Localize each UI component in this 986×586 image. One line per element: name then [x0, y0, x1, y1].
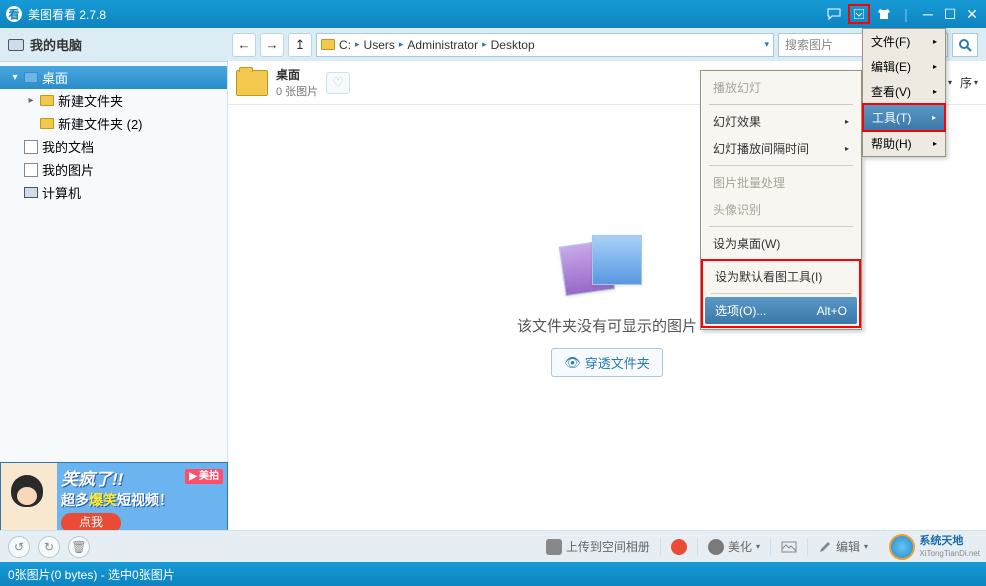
bottom-toolbar: ↺ ↻ 🗑 上传到空间相册 美化▾ 编辑▾ 系统天地XiTongTianDi.n…	[0, 530, 986, 562]
path-dropdown-icon[interactable]: ▾	[764, 39, 769, 50]
submenu-play-slideshow[interactable]: 播放幻灯	[703, 74, 859, 101]
collapse-icon[interactable]: ▾	[10, 72, 20, 83]
status-text: 0张图片(0 bytes) - 选中0张图片	[8, 566, 175, 583]
empty-state-text: 该文件夹没有可显示的图片	[517, 315, 697, 336]
path-drive[interactable]: C:	[339, 38, 351, 52]
folder-icon	[40, 95, 54, 106]
edit-button[interactable]: 编辑▾	[818, 538, 868, 555]
rotate-ccw-button[interactable]: ↺	[8, 536, 30, 558]
submenu-wallpaper[interactable]: 设为桌面(W)	[703, 230, 859, 257]
menu-tools[interactable]: 工具(T)▸	[862, 103, 946, 132]
submenu-slide-interval[interactable]: 幻灯播放间隔时间▸	[703, 135, 859, 162]
upload-icon	[546, 539, 562, 555]
eye-icon: 👁	[564, 355, 581, 371]
expand-icon[interactable]: ▸	[26, 95, 36, 106]
shortcut-label: Alt+O	[817, 304, 847, 318]
submenu-default-viewer[interactable]: 设为默认看图工具(I)	[705, 263, 857, 290]
menu-help[interactable]: 帮助(H)▸	[863, 131, 945, 156]
ad-line2b: 爆笑	[89, 492, 117, 508]
submenu-avatar[interactable]: 头像识别	[703, 196, 859, 223]
favorite-button[interactable]: ♡	[326, 72, 350, 94]
maximize-button[interactable]: ☐	[942, 6, 958, 22]
window-title: 美图看看 2.7.8	[28, 6, 826, 23]
show-all-label: 穿透文件夹	[585, 353, 650, 372]
path-seg1[interactable]: Users	[364, 38, 395, 52]
titlebar-chat-icon[interactable]	[826, 6, 842, 22]
path-seg3[interactable]: Desktop	[491, 38, 535, 52]
path-seg2[interactable]: Administrator	[407, 38, 478, 52]
upload-button[interactable]: 上传到空间相册	[546, 538, 650, 555]
submenu-batch[interactable]: 图片批量处理	[703, 169, 859, 196]
desktop-icon	[24, 72, 38, 83]
tree-item-mydocs[interactable]: 我的文档	[0, 135, 227, 158]
folder-large-icon	[236, 70, 268, 96]
submenu-options[interactable]: 选项(O)... Alt+O	[705, 297, 857, 324]
tree-label: 新建文件夹 (2)	[58, 114, 143, 133]
rotate-cw-button[interactable]: ↻	[38, 536, 60, 558]
computer-icon	[24, 187, 38, 198]
titlebar-sep: |	[898, 6, 914, 22]
tree-label: 桌面	[42, 68, 68, 87]
nav-back-button[interactable]: ←	[232, 33, 256, 57]
sort-button[interactable]: 序 ▾	[960, 74, 978, 91]
tree-label: 新建文件夹	[58, 91, 123, 110]
tree-label: 我的文档	[42, 137, 94, 156]
show-all-files-button[interactable]: 👁 穿透文件夹	[551, 348, 663, 377]
tree-label: 我的图片	[42, 160, 94, 179]
menu-file[interactable]: 文件(F)▸	[863, 29, 945, 54]
empty-state-icon	[562, 235, 652, 305]
folder-icon	[321, 39, 335, 50]
app-logo-icon: 看	[6, 6, 22, 22]
tree-item-computer[interactable]: 计算机	[0, 181, 227, 204]
minimize-button[interactable]: ─	[920, 6, 936, 22]
search-placeholder: 搜索图片	[785, 36, 833, 53]
tree-label: 计算机	[42, 183, 81, 202]
menu-edit[interactable]: 编辑(E)▸	[863, 54, 945, 79]
watermark-logo: 系统天地XiTongTianDi.net	[889, 534, 980, 560]
tree-item-mypics[interactable]: 我的图片	[0, 158, 227, 181]
computer-icon	[8, 39, 24, 51]
document-icon	[24, 140, 38, 154]
menu-view[interactable]: 查看(V)▸	[863, 79, 945, 104]
sidebar-header-label: 我的电脑	[30, 35, 82, 54]
globe-icon	[889, 534, 915, 560]
path-breadcrumb[interactable]: C:▸ Users▸ Administrator▸ Desktop ▾	[316, 33, 774, 57]
main-dropdown-menu: 文件(F)▸ 编辑(E)▸ 查看(V)▸ 工具(T)▸ 帮助(H)▸	[862, 28, 946, 157]
tools-submenu: 播放幻灯 幻灯效果▸ 幻灯播放间隔时间▸ 图片批量处理 头像识别 设为桌面(W)…	[700, 70, 862, 330]
ad-tag: ▶美拍	[185, 469, 223, 484]
weibo-button[interactable]	[671, 539, 687, 555]
ad-line2c: 短视频！	[117, 492, 173, 508]
weibo-icon	[671, 539, 687, 555]
tree-item-newfolder[interactable]: ▸ 新建文件夹	[0, 89, 227, 112]
folder-name: 桌面	[276, 66, 318, 83]
xiu-icon	[708, 539, 724, 555]
nav-up-button[interactable]: ↥	[288, 33, 312, 57]
status-bar: 0张图片(0 bytes) - 选中0张图片	[0, 562, 986, 586]
close-button[interactable]: ✕	[964, 6, 980, 22]
submenu-slide-effect[interactable]: 幻灯效果▸	[703, 108, 859, 135]
sidebar: ▾ 桌面 ▸ 新建文件夹 新建文件夹 (2) 我的文档 我的图片 计算机	[0, 62, 228, 556]
titlebar-menu-icon[interactable]	[848, 4, 870, 24]
tree-item-newfolder2[interactable]: 新建文件夹 (2)	[0, 112, 227, 135]
search-button[interactable]	[952, 33, 978, 57]
gallery-icon[interactable]	[781, 539, 797, 555]
sort-label: 序	[960, 74, 972, 91]
tree-item-desktop[interactable]: ▾ 桌面	[0, 66, 227, 89]
beautify-button[interactable]: 美化▾	[708, 538, 760, 555]
pictures-icon	[24, 163, 38, 177]
ad-line2a: 超多	[61, 492, 89, 508]
nav-forward-button[interactable]: →	[260, 33, 284, 57]
folder-count: 0 张图片	[276, 83, 318, 99]
titlebar-skin-icon[interactable]	[876, 6, 892, 22]
delete-button[interactable]: 🗑	[68, 536, 90, 558]
folder-icon	[40, 118, 54, 129]
